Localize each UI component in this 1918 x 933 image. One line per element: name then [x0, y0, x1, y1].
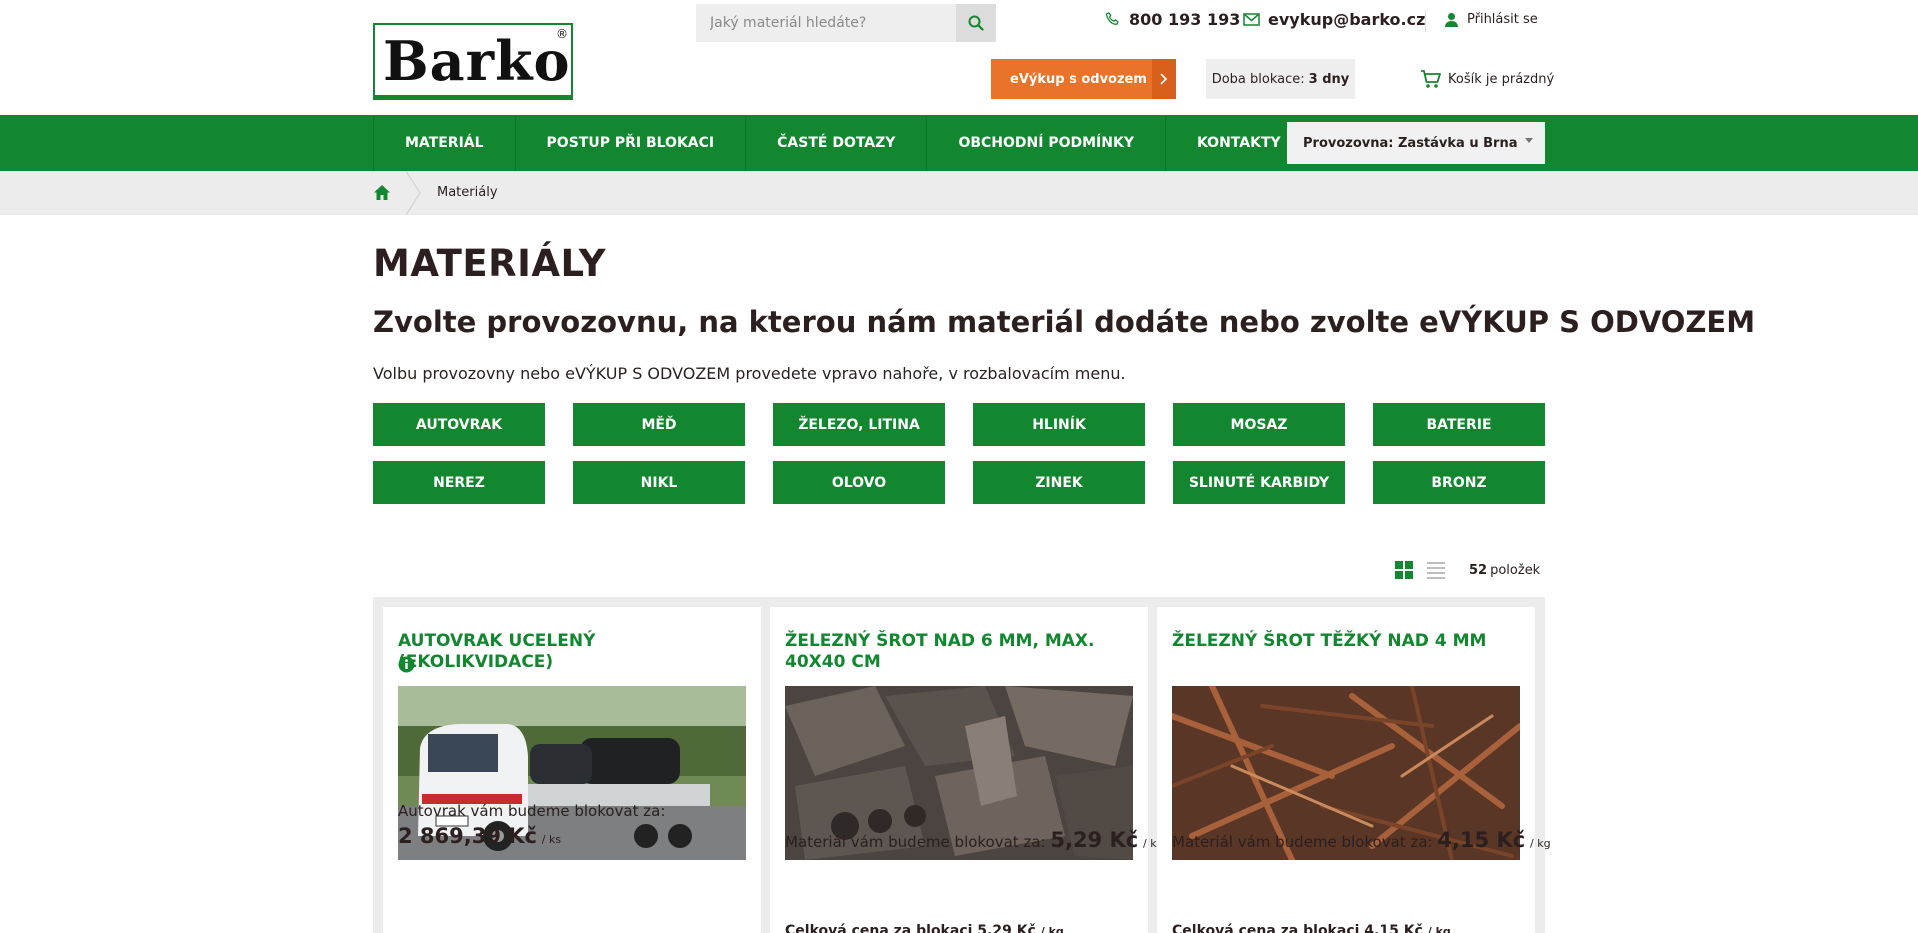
product-price: 2 869,39 Kč / ks: [398, 824, 561, 848]
nav-item-podminky[interactable]: OBCHODNÍ PODMÍNKY: [926, 115, 1165, 171]
user-icon: [1445, 13, 1458, 27]
product-title[interactable]: ŽELEZNÝ ŠROT TĚŽKÝ NAD 4 MM: [1172, 631, 1522, 652]
product-title[interactable]: ŽELEZNÝ ŠROT NAD 6 MM, MAX. 40X40 CM: [785, 631, 1135, 673]
search-input[interactable]: [696, 4, 956, 42]
category-baterie[interactable]: BATERIE: [1373, 403, 1545, 446]
info-icon[interactable]: [398, 656, 415, 677]
blokace-value: 3 dny: [1308, 71, 1350, 87]
category-nerez[interactable]: NEREZ: [373, 461, 545, 504]
email-contact[interactable]: evykup@barko.cz: [1243, 10, 1425, 29]
category-zinek[interactable]: ZINEK: [973, 461, 1145, 504]
evykup-button[interactable]: eVýkup s odvozem: [991, 59, 1176, 99]
category-bronz[interactable]: BRONZ: [1373, 461, 1545, 504]
category-olovo[interactable]: OLOVO: [773, 461, 945, 504]
category-med[interactable]: MĚĎ: [573, 403, 745, 446]
product-price-label: Materiál vám budeme blokovat za:: [1172, 833, 1433, 851]
breadcrumb: Materiály: [0, 171, 1918, 215]
search-button[interactable]: [956, 4, 996, 42]
login-label: Přihlásit se: [1467, 12, 1538, 27]
category-zelezo[interactable]: ŽELEZO, LITINA: [773, 403, 945, 446]
list-view-icon[interactable]: [1427, 561, 1445, 583]
total-label: Celková cena za blokaci 4,15 Kč: [1172, 923, 1423, 933]
product-price-label: Autovrak vám budeme blokovat za:: [398, 802, 666, 820]
breadcrumb-separator-icon: [405, 171, 421, 215]
page-title: MATERIÁLY: [373, 242, 607, 285]
total-unit: / kg: [1040, 925, 1064, 933]
site-header: Barko ® 800 193 193 evykup@barko.cz Přih: [0, 0, 1918, 115]
product-total: Celková cena za blokaci 4,15 Kč / kg: [1172, 923, 1451, 933]
cart-link[interactable]: Košík je prázdný: [1420, 70, 1554, 89]
item-count-number: 52: [1469, 563, 1488, 578]
product-card[interactable]: ŽELEZNÝ ŠROT TĚŽKÝ NAD 4 MM Materiál vám…: [1157, 607, 1551, 933]
logo-text: Barko: [383, 29, 571, 93]
phone-icon: [1105, 12, 1119, 25]
product-total: Celková cena za blokaci 5,29 Kč / kg: [785, 923, 1064, 933]
lead-text: Volbu provozovny nebo eVÝKUP S ODVOZEM p…: [373, 364, 1126, 383]
home-icon[interactable]: [373, 184, 391, 205]
chevron-right-icon: [1152, 59, 1176, 99]
barko-logo[interactable]: Barko ®: [373, 23, 573, 100]
product-card[interactable]: AUTOVRAK UCELENÝ (EKOLIKVIDACE) Autovrak…: [383, 607, 761, 933]
product-price: Materiál vám budeme blokovat za: 4,15 Kč…: [1172, 828, 1551, 852]
main-nav: MATERIÁL POSTUP PŘI BLOKACI ČASTÉ DOTAZY…: [0, 115, 1918, 171]
evykup-label: eVýkup s odvozem: [1010, 71, 1147, 87]
product-price: Materiál vám budeme blokovat za: 5,29 Kč…: [785, 828, 1164, 852]
nav-item-material[interactable]: MATERIÁL: [373, 115, 515, 171]
search-bar: [696, 4, 996, 42]
email-address: evykup@barko.cz: [1268, 10, 1426, 29]
blokace-label: Doba blokace:: [1211, 71, 1305, 87]
category-mosaz[interactable]: MOSAZ: [1173, 403, 1345, 446]
phone-contact[interactable]: 800 193 193: [1104, 10, 1240, 29]
total-unit: / kg: [1427, 925, 1451, 933]
category-autovrak[interactable]: AUTOVRAK: [373, 403, 545, 446]
category-hlinik[interactable]: HLINÍK: [973, 403, 1145, 446]
caret-down-icon: [1525, 138, 1533, 143]
registered-mark: ®: [556, 27, 568, 41]
blokace-info: Doba blokace: 3 dny: [1206, 59, 1355, 99]
grid-view-icon[interactable]: [1395, 561, 1413, 583]
cart-label: Košík je prázdný: [1448, 72, 1555, 87]
login-link[interactable]: Přihlásit se: [1444, 12, 1538, 27]
envelope-icon: [1243, 13, 1260, 26]
product-price-label: Materiál vám budeme blokovat za:: [785, 833, 1046, 851]
product-card[interactable]: ŽELEZNÝ ŠROT NAD 6 MM, MAX. 40X40 CM Mat…: [770, 607, 1164, 933]
product-title[interactable]: AUTOVRAK UCELENÝ (EKOLIKVIDACE): [398, 631, 748, 673]
price-value: 5,29 Kč: [1050, 828, 1139, 852]
category-nikl[interactable]: NIKL: [573, 461, 745, 504]
price-value: 4,15 Kč: [1437, 828, 1526, 852]
price-unit: / kg: [1530, 837, 1551, 850]
breadcrumb-current: Materiály: [437, 185, 498, 200]
total-label: Celková cena za blokaci 5,29 Kč: [785, 923, 1036, 933]
item-count-label: položek: [1490, 563, 1541, 578]
price-value: 2 869,39 Kč: [398, 824, 537, 848]
cart-icon: [1421, 70, 1441, 88]
product-grid: AUTOVRAK UCELENÝ (EKOLIKVIDACE) Autovrak…: [373, 597, 1551, 933]
nav-item-dotazy[interactable]: ČASTÉ DOTAZY: [745, 115, 926, 171]
phone-number: 800 193 193: [1129, 10, 1241, 29]
header-divider: [1425, 10, 1426, 32]
nav-item-postup[interactable]: POSTUP PŘI BLOKACI: [514, 115, 746, 171]
nav-items: MATERIÁL POSTUP PŘI BLOKACI ČASTÉ DOTAZY…: [373, 115, 1312, 171]
provozovna-value: Provozovna: Zastávka u Brna: [1303, 135, 1518, 151]
category-buttons: AUTOVRAK MĚĎ ŽELEZO, LITINA HLINÍK MOSAZ…: [373, 403, 1545, 504]
price-unit: / ks: [541, 833, 562, 846]
item-count: 52 položek: [1469, 563, 1540, 578]
provozovna-select[interactable]: Provozovna: Zastávka u Brna: [1287, 122, 1545, 164]
search-icon: [968, 15, 984, 31]
category-karbidy[interactable]: SLINUTÉ KARBIDY: [1173, 461, 1345, 504]
page-subtitle: Zvolte provozovnu, na kterou nám materiá…: [373, 305, 1756, 339]
